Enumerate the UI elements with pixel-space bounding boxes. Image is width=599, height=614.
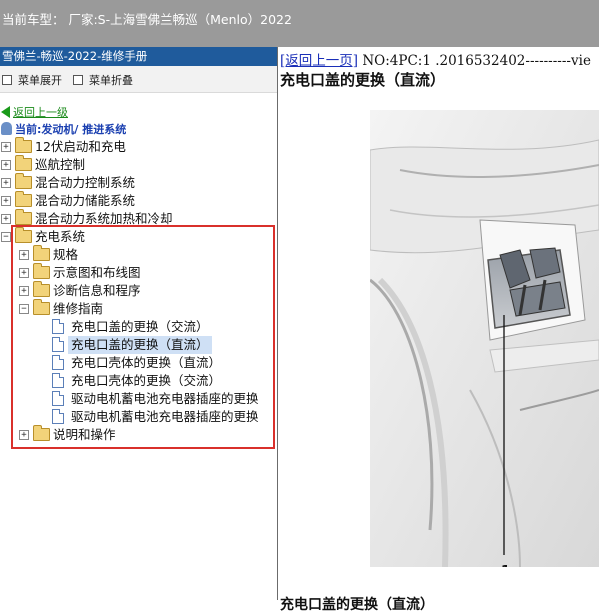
document-title: 充电口盖的更换（直流） — [280, 71, 446, 89]
expand-icon — [2, 75, 12, 85]
manual-header-title: 雪佛兰-畅巡-2022-维修手册 — [2, 49, 148, 63]
back-arrow-icon — [1, 106, 10, 118]
collapse-toggle-icon[interactable]: − — [1, 232, 11, 242]
prev-page-link[interactable]: [返回上一页] — [280, 53, 358, 69]
left-panel: 雪佛兰-畅巡-2022-维修手册 菜单展开 菜单折叠 返回上一级 当前:发动机/… — [0, 47, 278, 600]
expand-toggle-icon[interactable]: + — [1, 160, 11, 170]
window-title: 当前车型： 厂家:S-上海雪佛兰畅巡（Menlo）2022 — [2, 12, 292, 27]
folder-icon — [15, 209, 32, 225]
collapse-icon — [73, 75, 83, 85]
expand-menu-button[interactable]: 菜单展开 — [2, 72, 62, 88]
menu-toolbar: 菜单展开 菜单折叠 — [0, 66, 277, 93]
document-id: NO:4PC:1 .2016532402----------vie — [358, 53, 591, 69]
highlight-box — [11, 225, 275, 449]
expand-toggle-icon[interactable]: + — [1, 196, 11, 206]
manual-header: 雪佛兰-畅巡-2022-维修手册 — [0, 47, 277, 66]
folder-icon — [15, 155, 32, 171]
folder-icon — [15, 137, 32, 153]
collapse-menu-button[interactable]: 菜单折叠 — [73, 72, 133, 88]
charging-port-cover-illustration: 1 — [370, 110, 599, 567]
expand-toggle-icon[interactable]: + — [1, 178, 11, 188]
expand-toggle-icon[interactable]: + — [1, 214, 11, 224]
callout-number: 1 — [501, 564, 510, 567]
document-nav: [返回上一页] NO:4PC:1 .2016532402----------vi… — [280, 49, 591, 69]
folder-icon — [15, 173, 32, 189]
expand-toggle-icon[interactable]: + — [1, 142, 11, 152]
window-titlebar: 当前车型： 厂家:S-上海雪佛兰畅巡（Menlo）2022 — [0, 0, 599, 47]
document-panel: [返回上一页] NO:4PC:1 .2016532402----------vi… — [278, 47, 599, 613]
current-location: 当前:发动机/ 推进系统 — [1, 122, 126, 138]
folder-icon — [15, 191, 32, 207]
document-section-heading: 充电口盖的更换（直流） — [280, 597, 434, 613]
back-button[interactable]: 返回上一级 — [1, 105, 68, 121]
location-icon — [1, 122, 12, 135]
